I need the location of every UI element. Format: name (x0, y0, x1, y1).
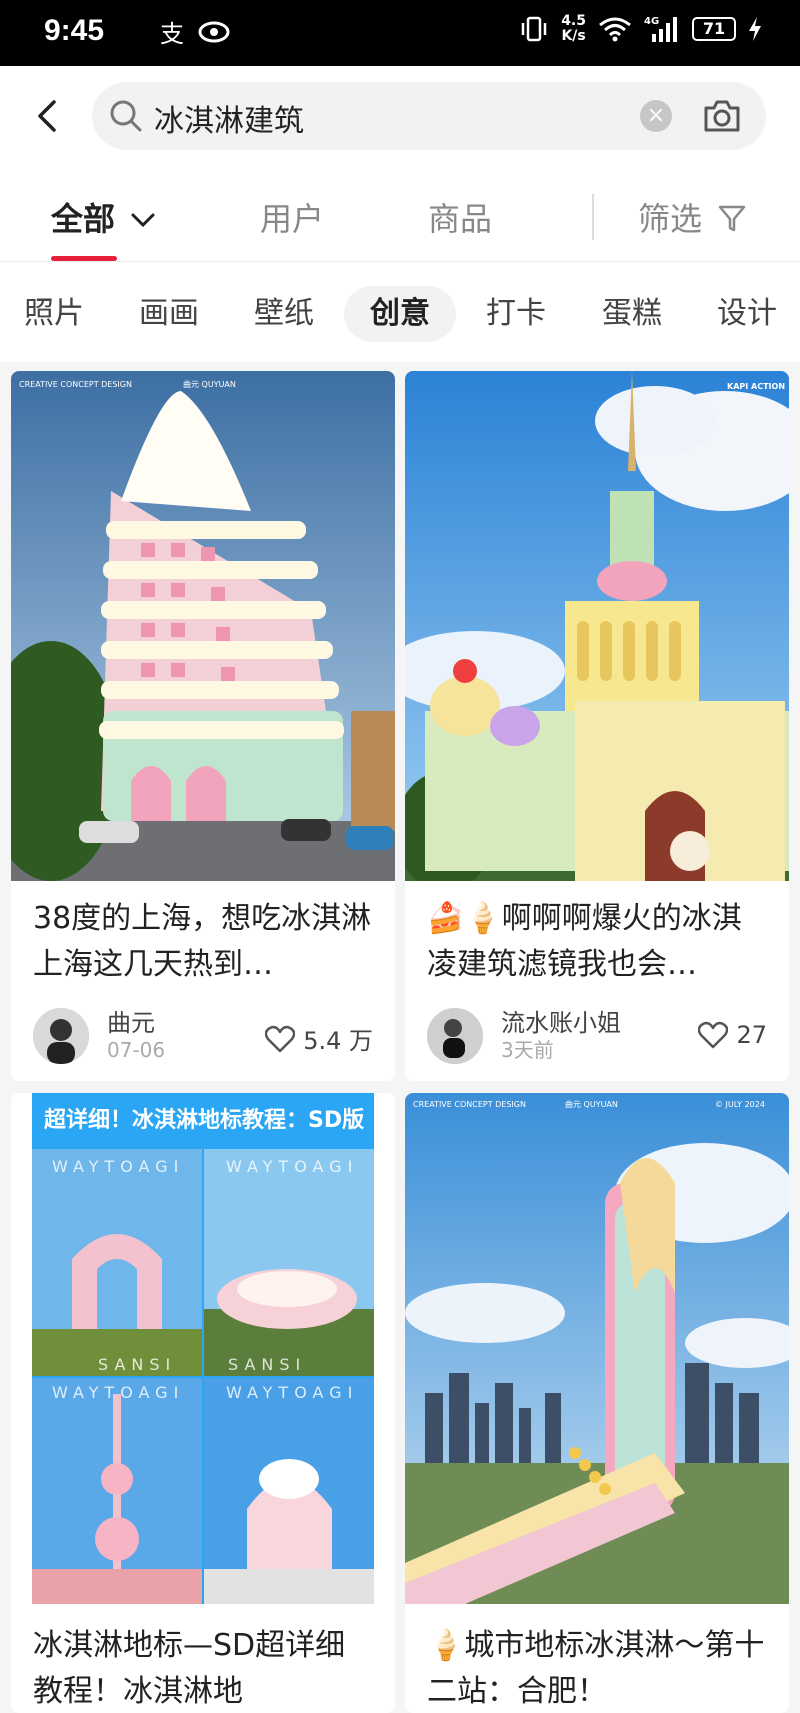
status-time: 9:45 (44, 14, 105, 47)
post-card[interactable]: CREATIVE CONCEPT DESIGN 曲元 QUYUAN 38度的上海… (11, 371, 395, 1081)
post-card[interactable]: 超详细！冰淇淋地标教程：SD版 WAYTOAGI WAYTOAGI WAYTOA… (11, 1093, 395, 1713)
post-image: CREATIVE CONCEPT DESIGN 曲元 QUYUAN © JULY… (405, 1093, 789, 1604)
post-card[interactable]: CREATIVE CONCEPT DESIGN 曲元 QUYUAN © JULY… (405, 1093, 789, 1713)
search-input[interactable]: 冰淇淋建筑 × (92, 82, 766, 150)
post-date: 07-06 (107, 1038, 166, 1062)
category-chips: 照片 画画 壁纸 创意 打卡 蛋糕 设计 (0, 262, 800, 362)
svg-text:KAPI ACTION: KAPI ACTION (727, 382, 785, 391)
post-author[interactable]: 曲元 07-06 (33, 1008, 165, 1064)
vibrate-icon (521, 16, 547, 42)
svg-text:支: 支 (160, 20, 184, 48)
post-title: 🍦城市地标冰淇淋～第十二站：合肥！ (427, 1628, 765, 1709)
network-speed: 4.5 K/s (561, 13, 586, 44)
post-title: 🍰🍦啊啊啊爆火的冰淇凌建筑滤镜我也会… (427, 901, 742, 982)
chip-paintings[interactable]: 画画 (139, 290, 199, 346)
chip-photos[interactable]: 照片 (24, 290, 84, 346)
search-icon (108, 98, 144, 138)
watermark: WAYTOAGI (226, 1383, 359, 1402)
tab-users[interactable]: 用户 (260, 194, 324, 240)
post-author[interactable]: 流水账小姐 3天前 (427, 1008, 621, 1064)
like-button[interactable]: 5.4 万 (265, 1021, 373, 1056)
post-date: 3天前 (501, 1038, 554, 1062)
post-title: 38度的上海，想吃冰淇淋 上海这几天热到… (33, 901, 372, 982)
chevron-down-icon (131, 213, 155, 228)
clear-search-button[interactable]: × (640, 100, 672, 132)
chip-wallpaper[interactable]: 壁纸 (254, 290, 314, 346)
like-count: 27 (736, 1021, 767, 1049)
heart-icon (698, 1021, 729, 1049)
svg-text:CREATIVE CONCEPT DESIGN: CREATIVE CONCEPT DESIGN (413, 1100, 526, 1109)
watermark: WAYTOAGI (52, 1157, 185, 1176)
signal-icon: 4G (644, 16, 677, 42)
post-image: KAPI ACTION (405, 371, 789, 881)
author-name: 流水账小姐 (501, 1009, 621, 1037)
chip-creative[interactable]: 创意 (344, 286, 456, 342)
filter-icon (718, 205, 746, 232)
post-image: 超详细！冰淇淋地标教程：SD版 WAYTOAGI WAYTOAGI WAYTOA… (32, 1093, 374, 1604)
back-button[interactable] (28, 96, 68, 136)
chip-cake[interactable]: 蛋糕 (602, 290, 662, 346)
svg-text:CREATIVE CONCEPT DESIGN: CREATIVE CONCEPT DESIGN (19, 380, 132, 389)
post-image: CREATIVE CONCEPT DESIGN 曲元 QUYUAN (11, 371, 395, 881)
heart-icon (265, 1025, 296, 1052)
result-tabs: 全部 用户 商品 筛选 (0, 184, 800, 262)
avatar (33, 1008, 89, 1064)
author-name: 曲元 (107, 1009, 155, 1037)
filter-button[interactable]: 筛选 (638, 194, 748, 240)
tab-all[interactable]: 全部 (51, 194, 156, 240)
search-header: 冰淇淋建筑 × 全部 用户 商品 筛选 (0, 66, 800, 262)
chevron-left-icon (38, 100, 56, 132)
search-query: 冰淇淋建筑 (154, 104, 304, 139)
like-button[interactable]: 27 (698, 1021, 767, 1049)
network-type: 4G (644, 16, 659, 27)
tab-divider (592, 194, 594, 240)
svg-text:© JULY 2024: © JULY 2024 (715, 1100, 765, 1109)
camera-search-icon[interactable] (702, 96, 742, 138)
tutorial-banner: 超详细！冰淇淋地标教程：SD版 (32, 1093, 374, 1149)
battery-indicator: 71 (692, 17, 736, 41)
chip-checkin[interactable]: 打卡 (486, 290, 546, 346)
watermark: WAYTOAGI (52, 1383, 185, 1402)
tab-products[interactable]: 商品 (428, 194, 492, 240)
post-card[interactable]: KAPI ACTION 🍰🍦啊啊啊爆火的冰淇凌建筑滤镜我也会… 流水账小姐 3天… (405, 371, 789, 1081)
wifi-icon (599, 17, 631, 42)
charging-icon (749, 17, 761, 41)
avatar (427, 1008, 483, 1064)
status-bar: 9:45 支 4.5 K/s 4G 71 (0, 0, 800, 66)
watermark-bottom: SANSI (228, 1355, 307, 1374)
active-tab-indicator (51, 256, 117, 261)
status-right: 4.5 K/s 4G 71 (519, 14, 762, 44)
svg-text:曲元 QUYUAN: 曲元 QUYUAN (183, 379, 236, 389)
watermark-bottom: SANSI (98, 1355, 177, 1374)
like-count: 5.4 万 (303, 1027, 373, 1055)
post-title: 冰淇淋地标—SD超详细教程！冰淇淋地 (33, 1628, 346, 1709)
notification-icons: 支 (160, 18, 250, 57)
pay-eye-icon: 支 (160, 20, 230, 48)
chip-design[interactable]: 设计 (717, 290, 777, 346)
watermark: WAYTOAGI (226, 1157, 359, 1176)
svg-text:曲元 QUYUAN: 曲元 QUYUAN (565, 1099, 618, 1109)
